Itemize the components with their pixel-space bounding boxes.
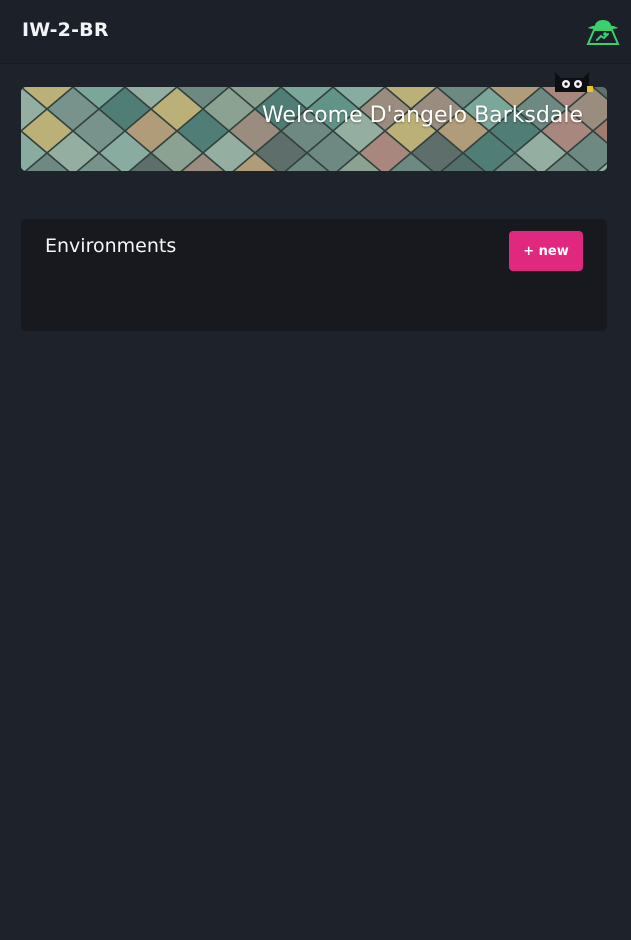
ufo-icon[interactable]	[585, 14, 621, 46]
environments-title: Environments	[45, 235, 177, 257]
top-bar: IW-2-BR	[0, 0, 631, 64]
app-title: IW-2-BR	[22, 19, 109, 41]
app-root: IW-2-BR Welcome D'angelo Barksdale Envir…	[0, 0, 631, 940]
environments-card: Environments + new	[21, 219, 607, 331]
new-environment-button[interactable]: + new	[509, 231, 583, 271]
welcome-text: Welcome D'angelo Barksdale	[261, 103, 583, 128]
cat-icon	[555, 72, 593, 92]
tile-pattern-image	[21, 87, 607, 171]
welcome-banner: Welcome D'angelo Barksdale	[21, 87, 607, 171]
